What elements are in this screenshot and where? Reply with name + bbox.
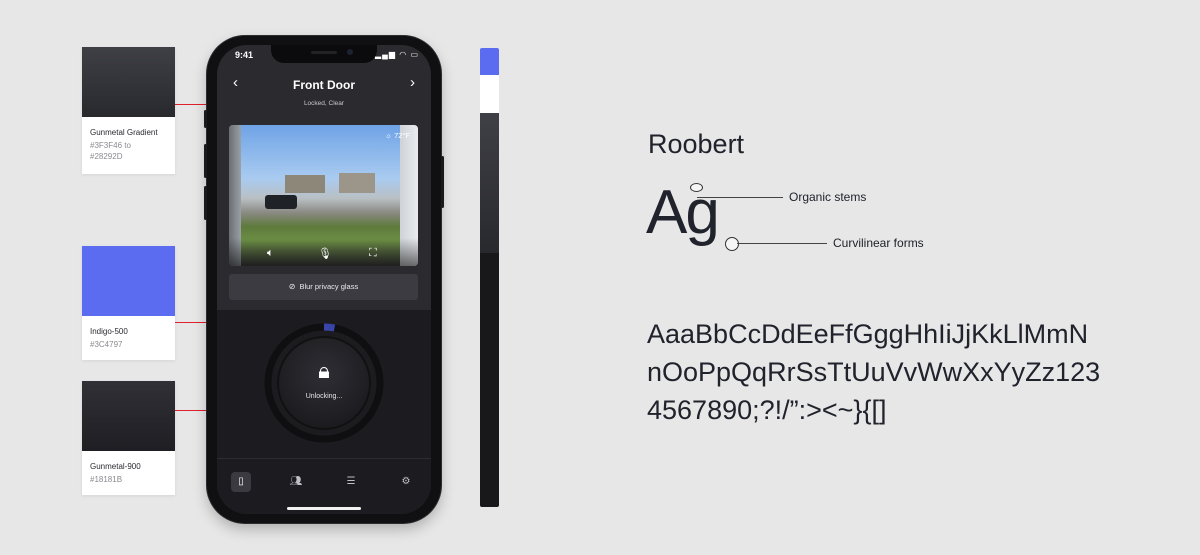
annotation-organic-stems: Organic stems [789, 190, 867, 204]
annotation-line [737, 243, 827, 244]
side-button [441, 156, 444, 208]
eye-off-icon: ⊘ [288, 282, 296, 291]
phone-screen: 9:41 ▂▄▆ ◠ ▭ ‹ Front Door › Locked, Clea… [217, 45, 431, 514]
next-icon[interactable]: › [410, 74, 415, 91]
lock-status-subtitle: Locked, Clear [303, 100, 345, 107]
truck [265, 195, 297, 209]
palette-white [480, 75, 499, 113]
palette-bar [480, 48, 499, 507]
house [285, 175, 325, 193]
swatch-card-gunmetal-gradient: Gunmetal Gradient #3F3F46 to #28292D [82, 47, 175, 174]
color-chip [82, 47, 175, 117]
fullscreen-icon[interactable]: ⛶ [369, 247, 377, 260]
color-chip [82, 246, 175, 316]
type-specimen: Ag [646, 178, 720, 247]
tab-list[interactable]: ☰ [341, 472, 361, 492]
weather-temperature: ☼ 72°F [385, 131, 410, 140]
tab-bar: ▯ 👥︎ ☰ ⚙︎ [217, 458, 431, 514]
tab-users[interactable]: 👥︎ [286, 472, 306, 492]
annotation-curvilinear-forms: Curvilinear forms [833, 236, 924, 250]
users-icon: 👥︎ [289, 476, 303, 487]
annotation-marker [690, 183, 703, 192]
blur-button-label: Blur privacy glass [299, 282, 359, 291]
side-button [204, 186, 207, 220]
camera-feed[interactable]: ☼ 72°F 🔈︎ 🎙︎ ⛶ [229, 125, 418, 266]
swatch-name: Gunmetal Gradient [90, 128, 158, 137]
character-set-line: AaaBbCcDdEeFfGggHhIiJjKkLlMmN [647, 319, 1089, 349]
front-camera-icon [347, 49, 353, 55]
tab-door[interactable]: ▯ [231, 472, 251, 492]
microphone-icon[interactable]: 🎙︎ [318, 247, 332, 260]
list-icon: ☰ [346, 476, 356, 487]
lock-icon[interactable]: 🔒︎ [307, 358, 341, 384]
tab-settings[interactable]: ⚙︎ [396, 472, 416, 492]
side-button [204, 144, 207, 178]
door-icon: ▯ [238, 476, 244, 487]
battery-icon: ▭ [410, 50, 419, 59]
settings-icon: ⚙︎ [401, 476, 411, 487]
signal-icon: ▂▄▆ [375, 50, 396, 59]
annotation-marker [725, 237, 739, 251]
palette-indigo [480, 48, 499, 75]
house [339, 173, 375, 193]
swatch-hex: #3C4797 [90, 340, 123, 349]
wifi-icon: ◠ [399, 50, 408, 59]
blur-privacy-glass-button[interactable]: ⊘ Blur privacy glass [229, 274, 418, 300]
character-set-line: 4567890;?!/”:><~}{[] [647, 395, 887, 425]
swatch-hex: #3F3F46 to #28292D [90, 141, 131, 161]
annotation-line [697, 197, 783, 198]
swatch-name: Indigo-500 [90, 327, 128, 336]
notch [271, 45, 377, 63]
phone-mockup: 9:41 ▂▄▆ ◠ ▭ ‹ Front Door › Locked, Clea… [204, 36, 444, 523]
lock-control-area: 🔒︎ Unlocking... [217, 310, 431, 458]
page-title: Front Door [293, 78, 355, 92]
font-name: Roobert [648, 129, 745, 159]
swatch-card-gunmetal-900: Gunmetal-900 #18181B [82, 381, 175, 495]
unlocking-label: Unlocking... [305, 393, 343, 400]
side-button [204, 110, 207, 128]
swatch-name: Gunmetal-900 [90, 462, 141, 471]
status-icons: ▂▄▆ ◠ ▭ [375, 50, 419, 59]
temperature-value: 72°F [394, 131, 410, 140]
speaker-grille [311, 51, 337, 54]
swatch-card-indigo-500: Indigo-500 #3C4797 [82, 246, 175, 360]
home-indicator[interactable] [287, 507, 361, 510]
sun-icon: ☼ [385, 131, 395, 140]
swatch-hex: #18181B [90, 475, 123, 484]
color-chip [82, 381, 175, 451]
character-set-line: nOoPpQqRrSsTtUuVvWwXxYyZz123 [647, 357, 1101, 387]
palette-gunmetal-900 [480, 253, 499, 507]
speaker-icon[interactable]: 🔈︎ [267, 247, 274, 260]
status-time: 9:41 [235, 50, 254, 60]
palette-gunmetal-gradient [480, 113, 499, 253]
character-set: AaaBbCcDdEeFfGggHhIiJjKkLlMmN nOoPpQqRrS… [647, 315, 1167, 429]
